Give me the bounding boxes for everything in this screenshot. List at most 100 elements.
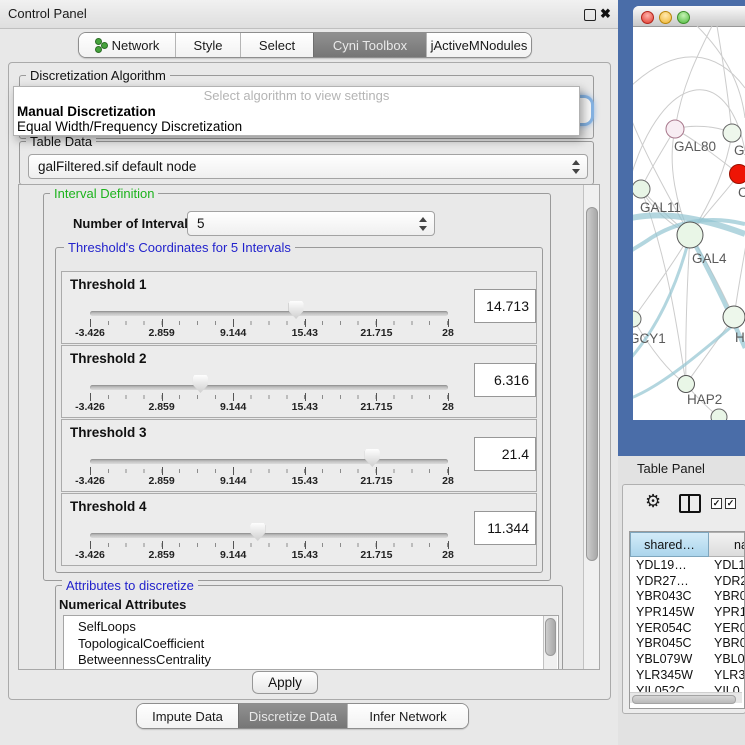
scale-label: 15.43 bbox=[292, 401, 318, 413]
algorithm-dropdown-popup: Select algorithm to view settings Manual… bbox=[13, 86, 580, 136]
zoom-traffic-light-icon[interactable] bbox=[677, 11, 690, 24]
node-gal80 bbox=[666, 120, 684, 138]
attributes-list-scrollbar[interactable] bbox=[543, 616, 557, 670]
scale-label: 2.859 bbox=[148, 401, 174, 413]
list-item[interactable]: BetweennessCentrality bbox=[64, 652, 558, 669]
network-window-titlebar bbox=[633, 6, 745, 27]
tab-style[interactable]: Style bbox=[175, 33, 240, 57]
table-horizontal-scrollbar[interactable] bbox=[630, 692, 742, 703]
scale-label: 28 bbox=[442, 549, 454, 561]
cell-shared-name: YBR043C bbox=[636, 589, 692, 605]
network-nodes[interactable] bbox=[633, 120, 745, 420]
scale-label: -3.426 bbox=[75, 327, 105, 339]
threshold-4-value-field[interactable]: 11.344 bbox=[474, 511, 536, 545]
table-body: YDL19…YDL1YDR27…YDR2YBR043CYBR0YPR145WYP… bbox=[630, 558, 745, 692]
threshold-2-slider-thumb[interactable] bbox=[193, 375, 208, 393]
cell-shared-name: YDR27… bbox=[636, 574, 689, 590]
svg-text:H: H bbox=[735, 330, 745, 345]
table-header: shared… na bbox=[630, 532, 745, 557]
cell-shared-name: YLR345W bbox=[636, 668, 693, 684]
cell-name: YLR3 bbox=[714, 668, 745, 684]
table-row[interactable]: YPR145WYPR1 bbox=[630, 605, 745, 621]
cell-shared-name: YER054C bbox=[636, 621, 692, 637]
threshold-3-panel: Threshold 3 -3.4262.8599.14415.4321.7152… bbox=[61, 419, 537, 492]
minimize-traffic-light-icon[interactable] bbox=[659, 11, 672, 24]
tab-network[interactable]: Network bbox=[79, 33, 175, 57]
apply-button[interactable]: Apply bbox=[252, 671, 318, 694]
table-row[interactable]: YER054C YER0 bbox=[630, 621, 745, 637]
table-data-group-title: Table Data bbox=[26, 134, 96, 149]
dropdown-option-equal-width[interactable]: Equal Width/Frequency Discretization bbox=[17, 119, 242, 134]
dropdown-prompt-item[interactable]: Select algorithm to view settings bbox=[14, 88, 579, 103]
cell-name: YER0 bbox=[714, 621, 745, 637]
threshold-2-value-field[interactable]: 6.316 bbox=[474, 363, 536, 397]
list-item[interactable]: SelfLoops bbox=[64, 619, 558, 636]
number-of-intervals-label: Number of Intervals bbox=[73, 216, 195, 231]
tab-cyni-toolbox[interactable]: Cyni Toolbox bbox=[313, 33, 426, 57]
svg-text:GAL4: GAL4 bbox=[692, 251, 727, 266]
scale-label: 15.43 bbox=[292, 475, 318, 487]
svg-text:C: C bbox=[738, 185, 745, 200]
tab-infer-network[interactable]: Infer Network bbox=[347, 704, 468, 728]
cell-name: YDL1 bbox=[714, 558, 745, 574]
threshold-4-panel: Threshold 4 -3.4262.8599.14415.4321.7152… bbox=[61, 493, 537, 566]
cell-name: YBR0 bbox=[714, 636, 745, 652]
tab-discretize-data[interactable]: Discretize Data bbox=[238, 704, 347, 728]
cell-name: YIL0 bbox=[714, 684, 740, 693]
column-header-shared-name[interactable]: shared… bbox=[630, 532, 709, 557]
scale-label: 28 bbox=[442, 401, 454, 413]
table-row[interactable]: YBR045CYBR0 bbox=[630, 636, 745, 652]
slider-scale: -3.4262.8599.14415.4321.71528 bbox=[90, 549, 448, 562]
close-icon[interactable]: ✖ bbox=[600, 5, 611, 23]
split-view-icon[interactable] bbox=[679, 494, 701, 513]
gear-icon[interactable]: ⚙ bbox=[645, 491, 661, 512]
column-header-name[interactable]: na bbox=[709, 532, 745, 557]
threshold-3-slider-thumb[interactable] bbox=[365, 449, 380, 467]
list-item[interactable]: TopologicalCoefficient bbox=[64, 636, 558, 653]
table-data-selected-value: galFiltered.sif default node bbox=[38, 155, 196, 178]
node-hap2 bbox=[678, 376, 695, 393]
cell-shared-name: YPR145W bbox=[636, 605, 694, 621]
control-panel-window: Control Panel ✖ Network Style Select Cyn… bbox=[0, 0, 618, 745]
network-node-labels: GAL80 GAL11 GAL4 GCY1 HAP2 H GA C bbox=[633, 139, 745, 407]
dropdown-option-manual[interactable]: Manual Discretization bbox=[17, 104, 156, 119]
table-row[interactable]: YLR345W YLR3 bbox=[630, 668, 745, 684]
scale-label: 21.715 bbox=[360, 475, 392, 487]
threshold-1-slider-thumb[interactable] bbox=[289, 301, 304, 319]
network-icon bbox=[95, 38, 107, 52]
scale-label: -3.426 bbox=[75, 549, 105, 561]
tab-impute-data[interactable]: Impute Data bbox=[137, 704, 238, 728]
screen: Control Panel ✖ Network Style Select Cyn… bbox=[0, 0, 745, 745]
node-red-selected bbox=[730, 165, 745, 184]
threshold-4-slider-thumb[interactable] bbox=[250, 523, 265, 541]
checkbox-icon[interactable]: ✓ bbox=[725, 498, 736, 509]
table-data-select[interactable]: galFiltered.sif default node bbox=[28, 154, 588, 179]
tab-select[interactable]: Select bbox=[240, 33, 313, 57]
checkbox-icon[interactable]: ✓ bbox=[711, 498, 722, 509]
number-of-intervals-select[interactable]: 5 bbox=[187, 211, 435, 236]
close-traffic-light-icon[interactable] bbox=[641, 11, 654, 24]
scale-label: 9.144 bbox=[220, 401, 246, 413]
table-row[interactable]: YDR27…YDR2 bbox=[630, 574, 745, 590]
slider-ticks bbox=[90, 541, 448, 549]
threshold-3-value-field[interactable]: 21.4 bbox=[474, 437, 536, 471]
threshold-1-value-field[interactable]: 14.713 bbox=[474, 289, 536, 323]
table-row[interactable]: YDL19…YDL1 bbox=[630, 558, 745, 574]
window-title: Control Panel bbox=[8, 0, 87, 28]
table-row[interactable]: YBR043CYBR0 bbox=[630, 589, 745, 605]
table-row[interactable]: YBL079WYBL0 bbox=[630, 652, 745, 668]
tab-jactivemnodules[interactable]: jActiveMNodules bbox=[426, 33, 531, 57]
float-window-icon[interactable] bbox=[584, 9, 596, 21]
table-row[interactable]: YIL052CYIL0 bbox=[630, 684, 745, 693]
discretization-algorithm-group-title: Discretization Algorithm bbox=[26, 68, 170, 83]
scale-label: 15.43 bbox=[292, 549, 318, 561]
svg-text:GCY1: GCY1 bbox=[633, 331, 666, 346]
network-canvas[interactable]: GAL80 GAL11 GAL4 GCY1 HAP2 H GA C bbox=[633, 26, 745, 420]
bottom-tab-bar: Impute Data Discretize Data Infer Networ… bbox=[136, 703, 469, 729]
scale-label: 21.715 bbox=[360, 401, 392, 413]
top-tab-bar: Network Style Select Cyni Toolbox jActiv… bbox=[78, 32, 532, 58]
scale-label: -3.426 bbox=[75, 401, 105, 413]
scale-label: 28 bbox=[442, 475, 454, 487]
settings-scrollbar[interactable] bbox=[583, 185, 599, 669]
slider-ticks bbox=[90, 393, 448, 401]
